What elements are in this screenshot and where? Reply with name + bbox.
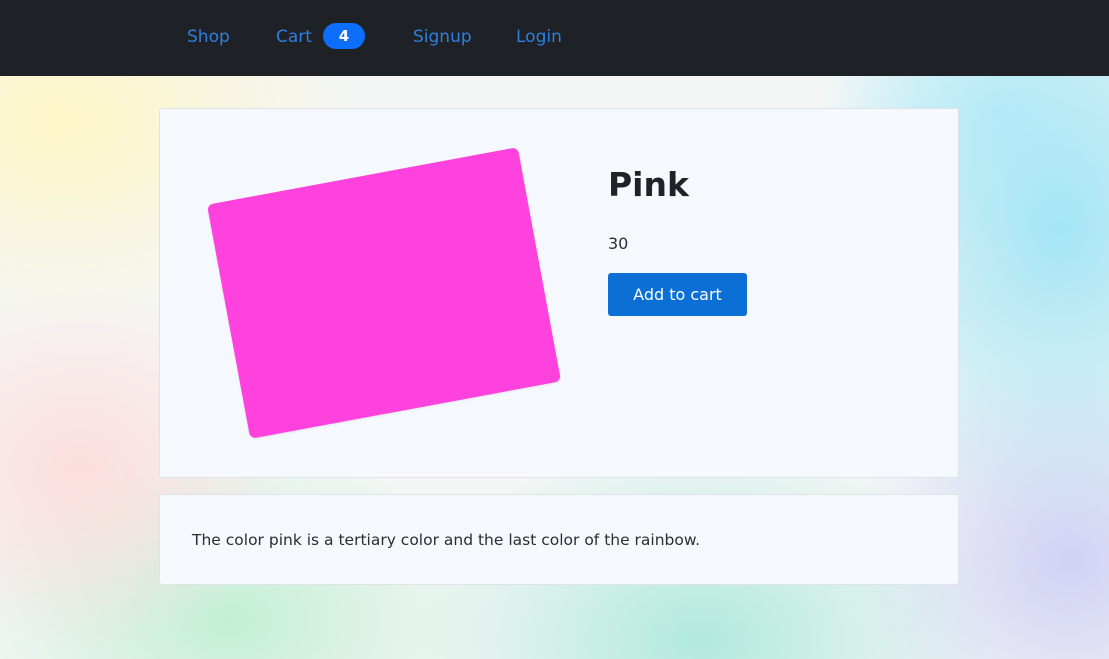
nav-link-cart[interactable]: Cart: [276, 24, 312, 50]
product-title: Pink: [608, 165, 689, 204]
nav-link-shop[interactable]: Shop: [187, 24, 230, 50]
top-navbar: Shop Cart 4 Signup Login: [0, 0, 1109, 76]
cart-count-badge[interactable]: 4: [323, 23, 365, 49]
product-description: The color pink is a tertiary color and t…: [192, 531, 701, 549]
description-card: The color pink is a tertiary color and t…: [159, 494, 959, 585]
product-price: 30: [608, 234, 629, 253]
nav-link-login[interactable]: Login: [516, 24, 562, 50]
add-to-cart-button[interactable]: Add to cart: [608, 273, 747, 316]
nav-link-signup[interactable]: Signup: [413, 24, 472, 50]
